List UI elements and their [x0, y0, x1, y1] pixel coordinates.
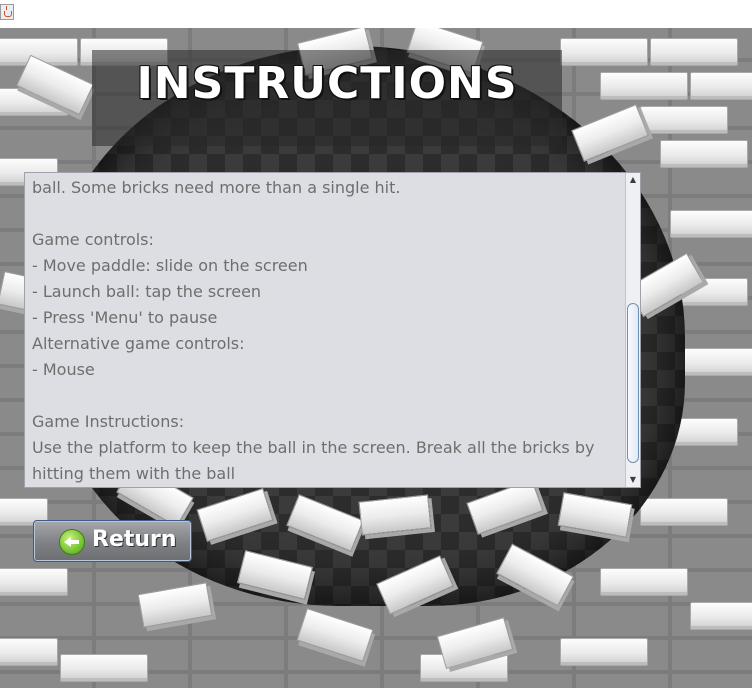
wall-brick	[60, 654, 148, 682]
scroll-thumb[interactable]	[627, 303, 639, 463]
instruction-line: - Move paddle: slide on the screen	[32, 256, 308, 275]
return-button[interactable]: Return	[33, 520, 192, 562]
wall-brick	[0, 568, 68, 596]
back-arrow-icon	[59, 529, 85, 555]
wall-brick	[0, 638, 58, 666]
wall-brick	[600, 568, 688, 596]
scroll-up-arrow-icon[interactable]: ▲	[626, 173, 640, 187]
instruction-line: - Press 'Menu' to pause	[32, 308, 218, 327]
window-titlebar	[0, 0, 752, 28]
flying-brick	[358, 494, 432, 536]
instruction-line: Game controls:	[32, 230, 154, 249]
wall-brick	[560, 638, 648, 666]
wall-brick	[560, 38, 648, 66]
instruction-line: Alternative game controls:	[32, 334, 245, 353]
scroll-down-arrow-icon[interactable]: ▼	[626, 473, 640, 487]
wall-brick	[650, 38, 738, 66]
title-banner: INSTRUCTIONS	[92, 50, 562, 146]
instruction-line: Use the platform to keep the ball in the…	[32, 438, 595, 457]
vertical-scrollbar[interactable]: ▲ ▼	[625, 173, 640, 487]
instruction-line: - Mouse	[32, 360, 95, 379]
wall-brick	[600, 72, 688, 100]
wall-brick	[690, 602, 752, 630]
wall-brick	[660, 140, 748, 168]
instruction-line: Game Instructions:	[32, 412, 185, 431]
instruction-line: hitting them with the ball	[32, 464, 236, 483]
game-scene: INSTRUCTIONS ball. Some bricks need more…	[0, 28, 752, 688]
wall-brick	[640, 106, 728, 134]
instruction-line: - Launch ball: tap the screen	[32, 282, 262, 301]
instructions-text: ball. Some bricks need more than a singl…	[32, 173, 622, 487]
instruction-line	[32, 383, 622, 409]
page-title: INSTRUCTIONS	[136, 58, 518, 109]
instruction-line	[32, 201, 622, 227]
instruction-line: ball. Some bricks need more than a singl…	[32, 178, 401, 197]
java-icon	[0, 4, 14, 20]
return-button-label: Return	[92, 527, 177, 552]
instructions-text-area[interactable]: ball. Some bricks need more than a singl…	[24, 172, 641, 488]
wall-brick	[640, 498, 728, 526]
wall-brick	[670, 210, 752, 238]
wall-brick	[690, 72, 752, 100]
